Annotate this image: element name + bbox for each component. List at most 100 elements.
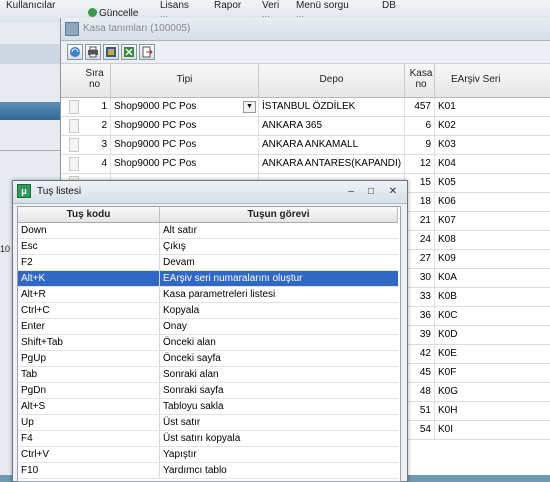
row-selector[interactable] [69,157,79,171]
tools-button[interactable] [103,44,119,60]
menu-rapor[interactable]: Rapor [214,0,241,11]
print-button[interactable] [85,44,101,60]
excel-button[interactable] [121,44,137,60]
cell-kasa-no[interactable]: 51 [405,402,435,420]
list-item[interactable]: Tab Sonraki alan [18,367,398,383]
cell-earsiv[interactable]: K0A [435,269,550,287]
cell-earsiv[interactable]: K0G [435,383,550,401]
row-selector[interactable] [69,138,79,152]
cell-earsiv[interactable]: K09 [435,250,550,268]
window-icon [65,22,79,36]
close-button[interactable]: ✕ [385,184,401,199]
menu-db[interactable]: DB [382,0,396,11]
minimize-button[interactable]: – [343,184,359,199]
list-item[interactable]: Enter Onay [18,319,398,335]
col-header-tus-kodu[interactable]: Tuş kodu [18,207,160,223]
list-item[interactable]: F2 Devam [18,255,398,271]
cell-earsiv[interactable]: K03 [435,136,550,154]
table-row[interactable]: 3 Shop9000 PC Pos ANKARA ANKAMALL 9 K03 [61,136,550,155]
cell-sira[interactable]: 4 [81,155,111,173]
cell-kasa-no[interactable]: 12 [405,155,435,173]
cell-earsiv[interactable]: K07 [435,212,550,230]
cell-tipi[interactable]: Shop9000 PC Pos [111,117,259,135]
cell-kasa-no[interactable]: 15 [405,174,435,192]
table-row[interactable]: 2 Shop9000 PC Pos ANKARA 365 6 K02 [61,117,550,136]
col-header-kasa-no[interactable]: Kasa no [405,64,435,98]
list-item[interactable]: Shift+Tab Önceki alan [18,335,398,351]
menu-veri[interactable]: Veri... [262,0,279,19]
list-item[interactable]: Alt+S Tabloyu sakla [18,399,398,415]
list-item[interactable]: Ctrl+C Kopyala [18,303,398,319]
cell-kasa-no[interactable]: 39 [405,326,435,344]
exit-button[interactable] [139,44,155,60]
list-item[interactable]: PgUp Önceki sayfa [18,351,398,367]
col-header-earsiv[interactable]: EArşiv Seri [435,64,550,98]
tus-titlebar[interactable]: μ Tuş listesi – □ ✕ [13,181,407,204]
cell-depo[interactable]: ANKARA ANKAMALL [259,136,405,154]
cell-kasa-no[interactable]: 33 [405,288,435,306]
cell-kasa-no[interactable]: 54 [405,421,435,439]
cell-earsiv[interactable]: K08 [435,231,550,249]
cell-earsiv[interactable]: K04 [435,155,550,173]
cell-earsiv[interactable]: K05 [435,174,550,192]
list-item[interactable]: F10 Yardımcı tablo [18,463,398,479]
left-panel-divider [0,150,60,151]
menu-lisans[interactable]: Lisans... [160,0,189,19]
menu-kullanicilar[interactable]: Kullanıcılar [6,0,55,11]
menu-menu-sorgu[interactable]: Menü sorgu... [296,0,349,19]
cell-kasa-no[interactable]: 24 [405,231,435,249]
cell-sira[interactable]: 2 [81,117,111,135]
left-panel-selected[interactable] [0,102,60,120]
kasa-titlebar[interactable]: Kasa tanımları (100005) [61,18,550,41]
cell-earsiv[interactable]: K01 [435,98,550,116]
list-item[interactable]: Alt+K EArşiv seri numaralarını oluştur [18,271,398,287]
list-item[interactable]: PgDn Sonraki sayfa [18,383,398,399]
cell-depo[interactable]: İSTANBUL ÖZDİLEK [259,98,405,116]
cell-kasa-no[interactable]: 30 [405,269,435,287]
list-item[interactable]: Ctrl+V Yapıştır [18,447,398,463]
col-header-tipi[interactable]: Tipi [111,64,259,98]
cell-tipi[interactable]: Shop9000 PC Pos [111,155,259,173]
list-item[interactable]: F4 Üst satırı kopyala [18,431,398,447]
chevron-down-icon[interactable]: ▼ [243,101,256,113]
cell-kasa-no[interactable]: 9 [405,136,435,154]
cell-earsiv[interactable]: K0B [435,288,550,306]
cell-kasa-no[interactable]: 45 [405,364,435,382]
cell-earsiv[interactable]: K02 [435,117,550,135]
table-row[interactable]: 4 Shop9000 PC Pos ANKARA ANTARES(KAPANDI) 1… [61,155,550,174]
cell-depo[interactable]: ANKARA ANTARES(KAPANDI) [259,155,405,173]
row-selector[interactable] [69,119,79,133]
cell-tipi[interactable]: Shop9000 PC Pos [111,98,259,116]
key-function: Çıkış [163,241,186,252]
cell-kasa-no[interactable]: 42 [405,345,435,363]
cell-kasa-no[interactable]: 457 [405,98,435,116]
row-selector[interactable] [69,100,79,114]
cell-kasa-no[interactable]: 18 [405,193,435,211]
cell-earsiv[interactable]: K0H [435,402,550,420]
maximize-button[interactable]: □ [363,184,379,199]
cell-kasa-no[interactable]: 6 [405,117,435,135]
cell-earsiv[interactable]: K0C [435,307,550,325]
cell-earsiv[interactable]: K0I [435,421,550,439]
table-row[interactable]: 1 Shop9000 PC Pos İSTANBUL ÖZDİLEK 457 K01 ▼ [61,98,550,117]
list-item[interactable]: Down Alt satır [18,223,398,239]
cell-earsiv[interactable]: K0E [435,345,550,363]
cell-tipi[interactable]: Shop9000 PC Pos [111,136,259,154]
cell-sira[interactable]: 1 [81,98,111,116]
list-item[interactable]: Alt+R Kasa parametreleri listesi [18,287,398,303]
cell-earsiv[interactable]: K0F [435,364,550,382]
cell-earsiv[interactable]: K06 [435,193,550,211]
col-header-sira[interactable]: Sıra no [61,64,111,98]
list-item[interactable]: Esc Çıkış [18,239,398,255]
col-header-depo[interactable]: Depo [259,64,405,98]
cell-kasa-no[interactable]: 27 [405,250,435,268]
cell-sira[interactable]: 3 [81,136,111,154]
cell-depo[interactable]: ANKARA 365 [259,117,405,135]
cell-kasa-no[interactable]: 21 [405,212,435,230]
cell-earsiv[interactable]: K0D [435,326,550,344]
cell-kasa-no[interactable]: 48 [405,383,435,401]
col-header-tusun-gorevi[interactable]: Tuşun görevi [160,207,398,223]
refresh-button[interactable] [67,44,83,60]
list-item[interactable]: Up Üst satır [18,415,398,431]
cell-kasa-no[interactable]: 36 [405,307,435,325]
